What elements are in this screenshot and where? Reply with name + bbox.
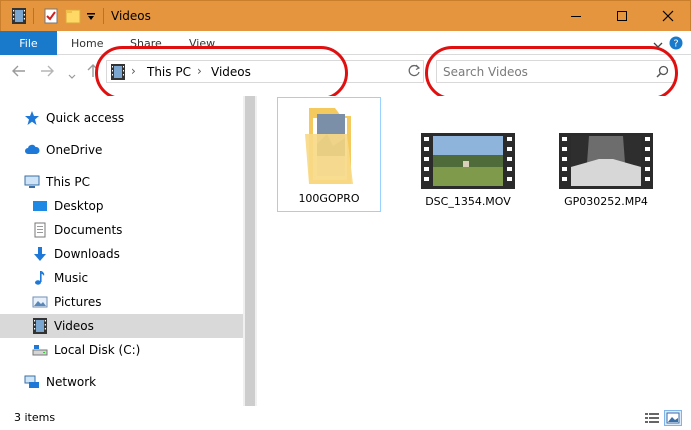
sidebar-item-network[interactable]: Network (0, 370, 243, 394)
sidebar-scrollbar-thumb[interactable] (245, 96, 255, 406)
search-input[interactable] (443, 64, 653, 80)
sidebar-item-label: OneDrive (46, 143, 103, 157)
toolbar-divider (33, 8, 34, 24)
details-view-icon[interactable] (643, 410, 661, 426)
sidebar-item-pictures[interactable]: Pictures (0, 290, 243, 314)
sidebar-item-label: Documents (54, 223, 123, 237)
search-icon[interactable] (656, 65, 669, 81)
item-count: 3 items (14, 411, 56, 424)
desktop-folder-icon (32, 198, 48, 214)
sidebar-item-local-disk[interactable]: Local Disk (C:) (0, 338, 243, 362)
sidebar-item-label: Music (54, 271, 89, 285)
sidebar-item-this-pc[interactable]: This PC (0, 170, 243, 194)
maximize-button[interactable] (599, 1, 645, 31)
large-icons-view-icon[interactable] (664, 410, 682, 426)
minimize-button[interactable] (553, 1, 599, 31)
toolbar-divider (103, 8, 104, 24)
recent-locations-icon[interactable] (68, 68, 76, 84)
sidebar-item-label: Videos (54, 319, 94, 333)
title-bar: Videos (0, 0, 691, 31)
ribbon-tabs: File Home Share View ? (0, 31, 691, 55)
window-title: Videos (111, 9, 151, 23)
breadcrumb-this-pc[interactable]: This PC (147, 65, 191, 79)
download-arrow-icon (32, 246, 48, 262)
status-bar: 3 items (0, 406, 691, 430)
search-box[interactable] (436, 60, 676, 83)
video-thumbnail-icon (421, 133, 515, 189)
address-bar[interactable]: › This PC › Videos (106, 60, 424, 83)
network-icon (24, 374, 40, 390)
cloud-icon (24, 142, 40, 158)
navigation-pane: Quick access OneDrive This PC Desktop Do… (0, 96, 243, 406)
folder-icon (299, 104, 359, 188)
sidebar-item-label: Network (46, 375, 97, 389)
breadcrumb-separator-icon[interactable]: › (131, 64, 136, 78)
sidebar-item-label: Desktop (54, 199, 104, 213)
tab-view[interactable]: View (189, 37, 215, 50)
up-arrow-icon[interactable] (86, 64, 100, 82)
breadcrumb-separator-icon[interactable]: › (197, 64, 202, 78)
sidebar-item-videos[interactable]: Videos (0, 314, 243, 338)
close-button[interactable] (645, 1, 691, 31)
file-list: 100GOPRO DSC_1354.MOV GP030252.MP4 (257, 96, 691, 406)
computer-icon (24, 174, 40, 190)
pictures-folder-icon (32, 294, 48, 310)
sidebar-item-label: Pictures (54, 295, 102, 309)
video-item[interactable]: DSC_1354.MOV (408, 133, 528, 208)
sidebar-item-desktop[interactable]: Desktop (0, 194, 243, 218)
properties-icon[interactable] (43, 7, 59, 25)
star-icon (24, 110, 40, 126)
film-icon[interactable] (11, 7, 27, 25)
documents-folder-icon (32, 222, 48, 238)
new-folder-icon[interactable] (65, 7, 81, 25)
help-icon[interactable]: ? (669, 36, 683, 50)
drive-icon (32, 342, 48, 358)
chevron-down-icon[interactable] (86, 11, 102, 29)
refresh-icon[interactable] (408, 64, 421, 81)
sidebar-item-downloads[interactable]: Downloads (0, 242, 243, 266)
sidebar-item-quick-access[interactable]: Quick access (0, 106, 243, 130)
film-icon (32, 318, 48, 334)
film-icon (111, 64, 125, 83)
music-note-icon (32, 270, 48, 286)
breadcrumb-videos[interactable]: Videos (211, 65, 251, 79)
tab-file[interactable]: File (0, 31, 57, 55)
file-name: DSC_1354.MOV (425, 195, 511, 208)
sidebar-item-label: Quick access (46, 111, 125, 125)
sidebar-item-documents[interactable]: Documents (0, 218, 243, 242)
tab-home[interactable]: Home (71, 37, 103, 50)
tab-share[interactable]: Share (130, 37, 162, 50)
sidebar-item-label: Downloads (54, 247, 120, 261)
svg-text:?: ? (673, 39, 678, 50)
sidebar-item-onedrive[interactable]: OneDrive (0, 138, 243, 162)
sidebar-item-label: Local Disk (C:) (54, 343, 141, 357)
forward-arrow-icon[interactable] (40, 64, 54, 82)
video-thumbnail-icon (559, 133, 653, 189)
file-name: 100GOPRO (298, 192, 360, 205)
chevron-down-icon[interactable] (653, 38, 663, 52)
sidebar-item-music[interactable]: Music (0, 266, 243, 290)
back-arrow-icon[interactable] (12, 64, 26, 82)
sidebar-item-label: This PC (46, 175, 90, 189)
navigation-bar: › This PC › Videos (0, 55, 691, 89)
folder-item[interactable]: 100GOPRO (277, 97, 381, 212)
video-item[interactable]: GP030252.MP4 (546, 133, 666, 208)
file-name: GP030252.MP4 (564, 195, 648, 208)
